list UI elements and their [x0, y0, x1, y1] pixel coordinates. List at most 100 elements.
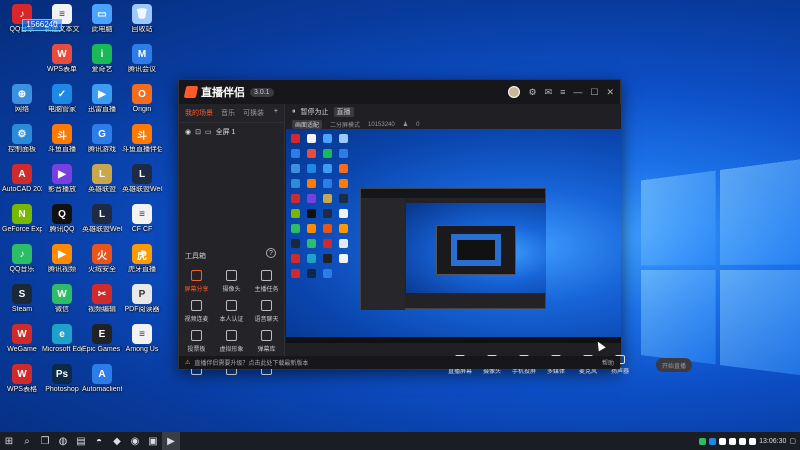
desktop-icon[interactable]: E Epic Games Launcher: [82, 322, 122, 362]
notification-icon[interactable]: ▢: [789, 437, 796, 445]
desktop-icon[interactable]: ≡ CF CF: [122, 202, 162, 242]
desktop-icon[interactable]: W WeGame: [2, 322, 42, 362]
preview-icon: [339, 224, 348, 233]
preview-icon: [307, 149, 316, 158]
desktop-icon[interactable]: ✂ 视频编辑: [82, 282, 122, 322]
desktop-icon-label: Origin: [132, 106, 152, 113]
avatar[interactable]: [508, 86, 521, 98]
desktop-icon[interactable]: O Origin: [122, 82, 162, 122]
desktop-icon[interactable]: W WPS表格: [2, 362, 42, 402]
livecompanion-icon[interactable]: ▶: [162, 432, 180, 450]
live-preview[interactable]: [286, 129, 621, 343]
tray-app-icon[interactable]: [729, 437, 737, 445]
desktop-icon[interactable]: L 英雄联盟WeGame: [122, 162, 162, 202]
desktop-icon[interactable]: ✓ 电脑管家: [42, 82, 82, 122]
steam-icon[interactable]: ◉: [126, 432, 144, 450]
taskview-icon[interactable]: ❐: [36, 432, 54, 450]
tool-item[interactable]: 本人认证: [214, 296, 249, 326]
mail-icon[interactable]: ✉: [545, 87, 553, 98]
tab-my-scenes[interactable]: 我的场景: [185, 108, 213, 118]
clock[interactable]: 13:06:30: [759, 438, 786, 445]
fit-tag[interactable]: 画面适配: [292, 120, 323, 129]
explorer-icon[interactable]: ▤: [72, 432, 90, 450]
wechat-icon[interactable]: ◍: [54, 432, 72, 450]
desktop-icon[interactable]: 斗斗鱼直播: [42, 122, 82, 162]
desktop-icon[interactable]: ⊕ 网络: [2, 82, 42, 122]
minimize-icon[interactable]: —: [573, 87, 582, 97]
app2-icon[interactable]: ▣: [144, 432, 162, 450]
desktop-icon[interactable]: 虎虎牙直播: [122, 242, 162, 282]
app-titlebar[interactable]: 直播伴侣 3.0.1 ⚙ ✉ ≡ — ☐ ✕: [179, 80, 620, 104]
search-icon[interactable]: ⌕: [18, 432, 36, 450]
add-scene-button[interactable]: +: [274, 108, 278, 118]
help-link[interactable]: 帮助: [602, 358, 614, 367]
desktop-icon-label: Photoshop: [45, 386, 79, 393]
desktop-icon[interactable]: W WPS表单: [42, 42, 82, 82]
desktop-icon[interactable]: L 英雄联盟WeGame版: [82, 202, 122, 242]
tool-item[interactable]: 语音聊天: [249, 296, 284, 326]
desktop-icon[interactable]: ▶ 影音播放: [42, 162, 82, 202]
desktop-icon[interactable]: [122, 362, 162, 402]
desktop-icon[interactable]: i 爱奇艺: [82, 42, 122, 82]
tool-item[interactable]: 摄像头: [214, 266, 249, 296]
desktop-icon[interactable]: M 腾讯会议: [122, 42, 162, 82]
desktop-icon[interactable]: 斗斗鱼直播伴侣: [122, 122, 162, 162]
tool-item[interactable]: 投票板: [179, 326, 214, 356]
scene-item[interactable]: ◉ ⊡ ▭ 全屏 1: [179, 123, 284, 141]
desktop-icon[interactable]: ≡ Among Us: [122, 322, 162, 362]
desktop-icon[interactable]: ▶ 迅雷直播: [82, 82, 122, 122]
tray-app-icon[interactable]: [749, 437, 757, 445]
lock-icon[interactable]: ⊡: [195, 128, 201, 136]
pause-icon[interactable]: ⏸: [292, 108, 296, 116]
desktop-icon[interactable]: A Automaclient: [82, 362, 122, 402]
menu-icon[interactable]: ≡: [560, 87, 565, 97]
app-icon[interactable]: ◆: [108, 432, 126, 450]
desktop-icon[interactable]: N GeForce Experience: [2, 202, 42, 242]
qq-icon[interactable]: ◓: [90, 432, 108, 450]
desktop-icon[interactable]: ⚙ 控制面板: [2, 122, 42, 162]
tool-item[interactable]: 屏幕分享: [179, 266, 214, 296]
desktop-icon-label: Automaclient: [82, 386, 122, 393]
desktop-icon[interactable]: L 英雄联盟: [82, 162, 122, 202]
desktop-icon[interactable]: e Microsoft Edge: [42, 322, 82, 362]
tab-music[interactable]: 音乐: [221, 108, 235, 118]
start-icon[interactable]: ⊞: [0, 432, 18, 450]
desktop-icon[interactable]: 🗑 回收站: [122, 2, 162, 42]
desktop-icon-label: 英雄联盟: [88, 186, 116, 193]
desktop-icon[interactable]: ▶ 腾讯视频: [42, 242, 82, 282]
desktop-icon[interactable]: G 腾讯游戏: [82, 122, 122, 162]
desktop-icon[interactable]: W 微信: [42, 282, 82, 322]
desktop-icon[interactable]: S Steam: [2, 282, 42, 322]
tool-icon: [191, 269, 202, 281]
help-icon[interactable]: ?: [266, 248, 276, 258]
tool-item[interactable]: 弹幕库: [249, 326, 284, 356]
tray-app-icon[interactable]: [709, 437, 717, 445]
desktop-icon[interactable]: [2, 42, 42, 82]
desktop-icon[interactable]: 火火绒安全: [82, 242, 122, 282]
tray-app-icon[interactable]: [719, 437, 727, 445]
desktop-icon-label: 英雄联盟WeGame版: [82, 226, 122, 233]
maximize-icon[interactable]: ☐: [590, 87, 598, 98]
desktop-icon[interactable]: A AutoCAD 2020: [2, 162, 42, 202]
tray-app-icon[interactable]: [699, 437, 707, 445]
nested-left-panel: [361, 198, 405, 310]
upgrade-notice[interactable]: 直播伴侣需要升级？点击此处下载最新版本: [194, 358, 308, 367]
desktop-icon[interactable]: Ps Photoshop: [42, 362, 82, 402]
tool-item[interactable]: 视频连麦: [179, 296, 214, 326]
settings-icon[interactable]: ⚙: [528, 87, 536, 98]
start-live-button[interactable]: 开始直播: [656, 358, 692, 372]
tab-skins[interactable]: 可换装: [243, 108, 264, 118]
tray-app-icon[interactable]: [739, 437, 747, 445]
close-icon[interactable]: ✕: [606, 87, 614, 98]
tool-label: 语音聊天: [254, 316, 279, 323]
desktop-icon[interactable]: P PDF阅读器: [122, 282, 162, 322]
viewer-icon: ♟: [402, 122, 409, 128]
tool-item[interactable]: 虚拟形象: [214, 326, 249, 356]
desktop-icon[interactable]: ▭ 此电脑: [82, 2, 122, 42]
app-icon: 🗑: [132, 4, 152, 24]
tool-item[interactable]: 主播任务: [249, 266, 284, 296]
eye-icon[interactable]: ◉: [185, 128, 191, 136]
desktop-icon[interactable]: ♪ QQ音乐: [2, 242, 42, 282]
split-mode-label: 二分屏模式: [330, 123, 361, 129]
desktop-icon[interactable]: Q 腾讯QQ: [42, 202, 82, 242]
